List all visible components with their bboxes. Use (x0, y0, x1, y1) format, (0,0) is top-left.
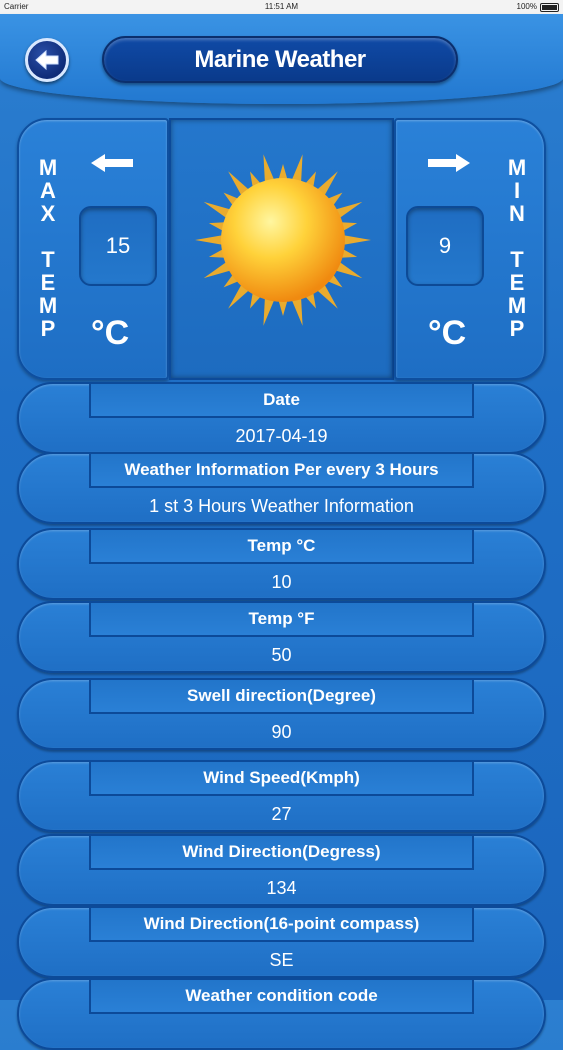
info-row-swell-direction: Swell direction(Degree) 90 (17, 678, 546, 750)
row-value: 10 (271, 572, 292, 592)
row-value: 27 (271, 804, 292, 824)
info-row-wind-direction-compass: Wind Direction(16-point compass) SE (17, 906, 546, 978)
row-label: Temp °C (247, 536, 316, 555)
info-row-date: Date 2017-04-19 (17, 382, 546, 454)
back-arrow-icon (35, 49, 59, 71)
row-value: 1 st 3 Hours Weather Information (149, 496, 414, 516)
row-label: Temp °F (248, 609, 315, 628)
battery-percent: 100% (516, 2, 537, 11)
row-value: 50 (271, 645, 292, 665)
row-label: Wind Direction(16-point compass) (143, 914, 420, 933)
right-arrow-icon (428, 154, 470, 172)
battery-icon (540, 3, 559, 12)
max-temp-panel: MAXTEMP 15 °C (17, 118, 169, 380)
clock: 11:51 AM (264, 2, 299, 11)
row-value: 134 (266, 878, 297, 898)
row-value: SE (269, 950, 294, 970)
min-temp-value: 9 (406, 206, 484, 286)
row-label: Wind Speed(Kmph) (203, 768, 360, 787)
row-value (89, 1016, 474, 1048)
row-label: Date (263, 390, 300, 409)
sun-ray (340, 234, 371, 246)
row-label: Weather condition code (185, 986, 378, 1005)
header: Marine Weather (0, 14, 563, 104)
back-button[interactable] (25, 38, 69, 82)
info-row-period: Weather Information Per every 3 Hours 1 … (17, 452, 546, 524)
row-value: 2017-04-19 (235, 426, 328, 446)
row-label: Swell direction(Degree) (187, 686, 376, 705)
info-row-weather-code: Weather condition code (17, 978, 546, 1050)
sun-icon (195, 154, 371, 326)
max-temp-value: 15 (79, 206, 157, 286)
max-temp-unit: °C (91, 314, 130, 352)
page-title: Marine Weather (102, 36, 458, 83)
sun-ray (195, 234, 226, 246)
min-temp-panel: MINTEMP 9 °C (394, 118, 546, 380)
info-row-wind-speed: Wind Speed(Kmph) 27 (17, 760, 546, 832)
row-value: 90 (271, 722, 292, 742)
weather-icon-panel (169, 118, 394, 380)
max-temp-label: MAXTEMP (38, 155, 58, 341)
left-arrow-icon (91, 154, 133, 172)
info-row-wind-direction-degrees: Wind Direction(Degress) 134 (17, 834, 546, 906)
min-temp-label: MINTEMP (507, 155, 527, 341)
row-label: Weather Information Per every 3 Hours (124, 460, 439, 479)
row-label: Wind Direction(Degress) (182, 842, 381, 861)
info-row-temp-f: Temp °F 50 (17, 601, 546, 673)
min-temp-unit: °C (428, 314, 467, 352)
status-bar: Carrier 11:51 AM 100% (0, 0, 563, 14)
info-row-temp-c: Temp °C 10 (17, 528, 546, 600)
